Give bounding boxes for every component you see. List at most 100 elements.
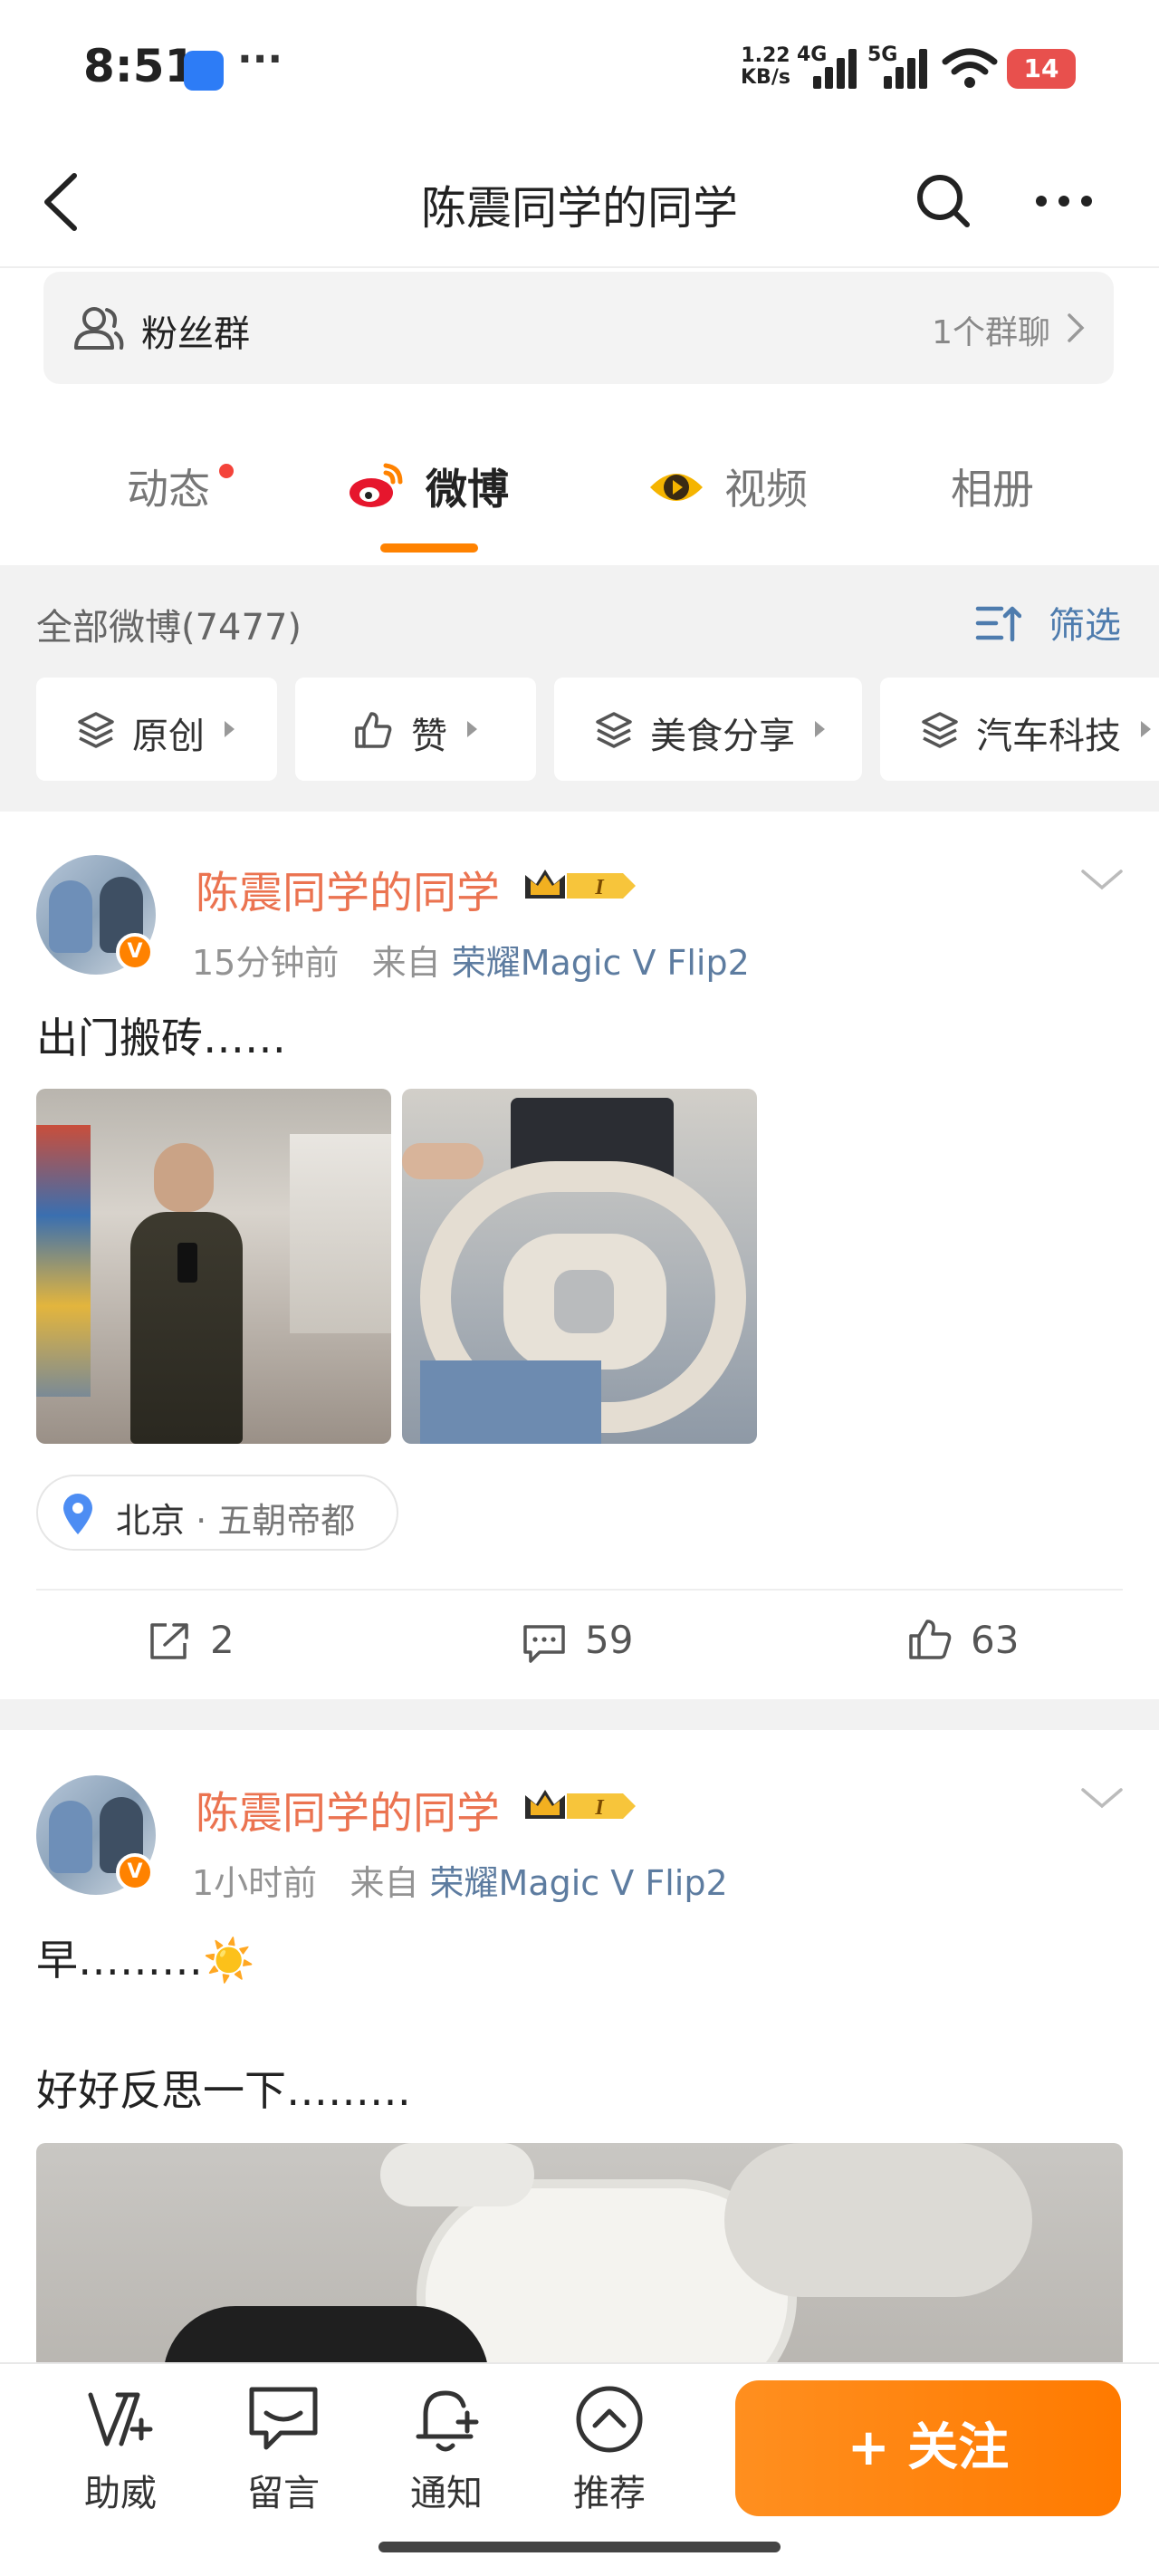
layers-icon [78,712,114,748]
post-source[interactable]: 荣耀Magic V Flip2 [452,943,750,983]
tab-video[interactable]: 视频 [724,457,808,516]
chevron-right-icon [1068,313,1085,342]
profile-tabs: 动态 微博 视频 相册 [0,417,1159,565]
filter-button[interactable]: 筛选 [1049,596,1121,649]
vip-crown-icon: I [525,1790,636,1820]
home-indicator[interactable] [378,2542,781,2552]
filter-area: 全部微博(7477) 筛选 原创 赞 美食分享 汽车科技 [0,565,1159,812]
chip-car-tech[interactable]: 汽车科技 [880,678,1159,781]
post-card: V 陈震同学的同学 I 1小时前 来自 荣耀Magic V Flip2 早………… [0,1730,1159,2369]
comment-icon[interactable] [522,1621,567,1665]
location-sub: · 五朝帝都 [196,1501,356,1541]
verified-badge-icon: V [116,933,154,971]
post-time: 1小时前 [192,1863,318,1903]
post-image[interactable] [36,1089,391,1444]
recommend-button[interactable]: 推荐 [551,2380,668,2516]
post-image[interactable] [36,2143,1123,2369]
chip-original[interactable]: 原创 [36,678,277,781]
signal-icon [884,47,931,89]
unread-dot [219,464,234,478]
vip-crown-icon: I [525,870,636,899]
divider [36,1589,1123,1591]
top-nav: 陈震同学的同学 [0,136,1159,268]
chip-arrow-icon [225,721,235,737]
post-meta: 1小时前 来自 荣耀Magic V Flip2 [192,1855,728,1905]
tab-album[interactable]: 相册 [951,457,1034,516]
recommend-label: 推荐 [573,2473,646,2514]
fan-group-label: 粉丝群 [141,313,250,355]
post-text: 出门搬砖…… [36,1014,286,1062]
chip-arrow-icon [467,721,477,737]
cheer-icon [88,2392,153,2446]
signal-icon [813,47,860,89]
fan-group-count: 1个群聊 [932,314,1050,351]
network-speed: 1.22 KB/s [741,44,790,89]
group-icon [74,307,124,350]
thumbs-up-icon [355,712,392,748]
post-author[interactable]: 陈震同学的同学 [196,857,500,920]
repost-count[interactable]: 2 [210,1618,235,1662]
cheer-label: 助威 [84,2473,157,2514]
all-posts-count: 全部微博(7477) [36,607,302,649]
video-icon [650,474,703,501]
follow-button[interactable]: + 关注 [735,2380,1121,2516]
tab-weibo[interactable]: 微博 [426,457,509,516]
notify-button[interactable]: 通知 [388,2380,505,2516]
chip-label: 美食分享 [650,716,795,757]
weibo-icon [350,463,403,507]
wifi-icon [942,48,998,88]
chip-arrow-icon [815,721,825,737]
active-tab-indicator [380,543,478,553]
message-label: 留言 [247,2473,320,2514]
status-time: 8:51 [83,40,196,92]
search-icon[interactable] [915,172,972,230]
page-title: 陈震同学的同学 [421,182,738,235]
post-from-label: 来自 [371,943,441,983]
repost-icon[interactable] [147,1620,192,1663]
battery-icon: 14 [1007,49,1076,89]
cheer-button[interactable]: 助威 [62,2380,179,2516]
chip-food-sharing[interactable]: 美食分享 [554,678,862,781]
notify-label: 通知 [410,2473,483,2514]
fan-group-bar[interactable]: 粉丝群 1个群聊 [43,272,1114,384]
svg-text:I: I [594,1796,605,1820]
post-text: 早………☀️ [36,1936,255,1985]
layers-icon [922,712,958,748]
post-meta: 15分钟前 来自 荣耀Magic V Flip2 [192,935,750,985]
post-time: 15分钟前 [192,943,340,983]
app-notification-icon [184,51,224,91]
chevron-down-icon[interactable] [1079,866,1125,893]
verified-badge-icon: V [116,1853,154,1891]
like-count[interactable]: 63 [971,1618,1019,1662]
filter-icon[interactable] [974,601,1021,645]
status-bar: 8:51 ··· 1.22 KB/s 4G 5G 14 [0,0,1159,136]
more-icon[interactable] [1032,172,1096,230]
chip-liked[interactable]: 赞 [295,678,536,781]
chip-label: 赞 [411,716,447,757]
svg-text:I: I [594,876,605,899]
chip-label: 汽车科技 [976,716,1121,757]
chevron-down-icon[interactable] [1079,1784,1125,1812]
tab-dynamics[interactable]: 动态 [127,457,210,516]
post-images [36,1089,761,1444]
more-notifications-icon: ··· [237,36,283,82]
bell-plus-icon [416,2390,479,2452]
chip-arrow-icon [1141,721,1151,737]
post-from-label: 来自 [350,1863,419,1903]
post-author[interactable]: 陈震同学的同学 [196,1777,500,1841]
chevron-up-circle-icon [576,2386,643,2453]
post-card: V 陈震同学的同学 I 15分钟前 来自 荣耀Magic V Flip2 出门搬… [0,812,1159,1699]
location-city: 北京 [116,1501,186,1541]
post-source[interactable]: 荣耀Magic V Flip2 [430,1863,728,1903]
layers-icon [596,712,632,748]
location-pin-icon [63,1494,92,1534]
message-icon [249,2387,318,2450]
like-icon[interactable] [907,1618,953,1661]
comment-count[interactable]: 59 [585,1618,633,1662]
post-separator [0,1699,1159,1730]
post-image[interactable] [402,1089,757,1444]
location-tag[interactable]: 北京 · 五朝帝都 [36,1475,398,1551]
chip-label: 原创 [132,716,205,757]
message-button[interactable]: 留言 [225,2380,342,2516]
post-text: 好好反思一下……… [36,2066,411,2115]
